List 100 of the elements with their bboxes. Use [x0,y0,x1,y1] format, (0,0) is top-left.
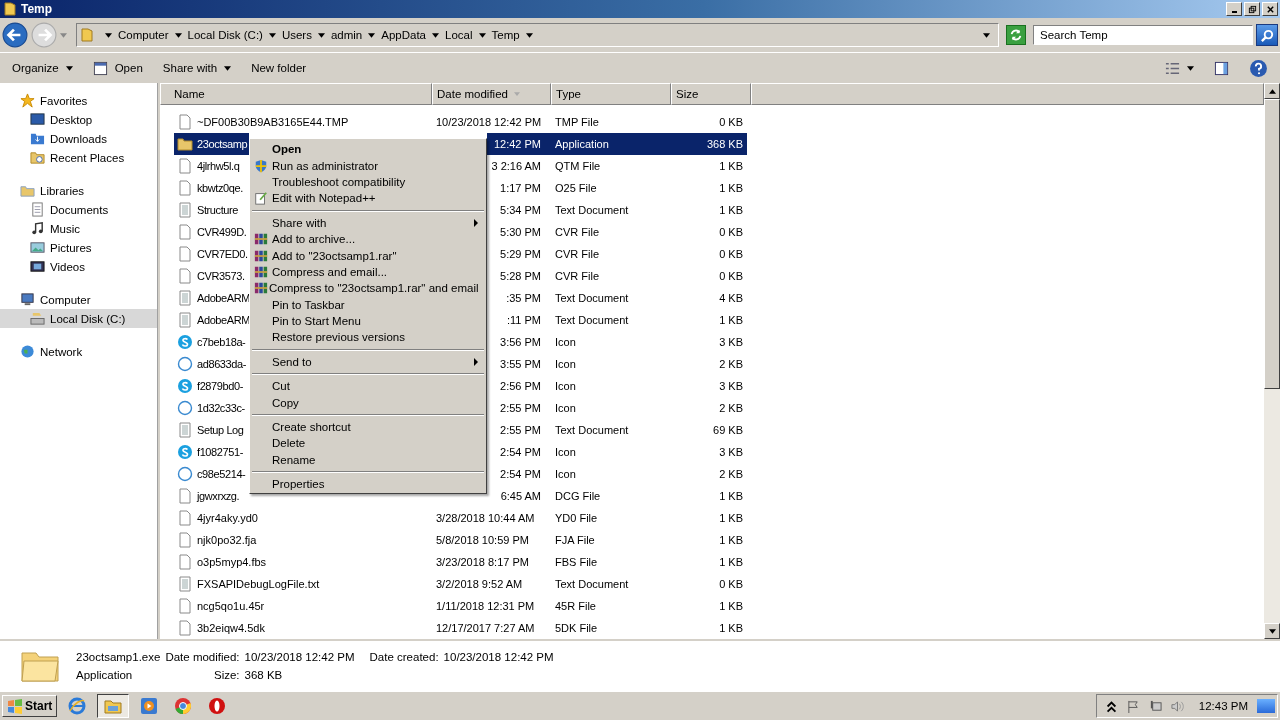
caret-icon[interactable] [525,32,533,38]
breadcrumb[interactable]: Local [445,29,473,41]
toolbar-button[interactable]: New folder [243,56,315,80]
caret-icon[interactable] [432,32,440,38]
refresh-button[interactable] [1006,25,1026,45]
name-cell[interactable]: CVR3573. [174,265,249,287]
speaker-icon[interactable] [1170,699,1184,713]
minimize-button[interactable] [1226,2,1242,16]
name-cell[interactable]: o3p5myp4.fbs [174,551,432,573]
search-field[interactable]: Search Temp [1033,25,1253,45]
name-cell[interactable]: CVR7ED0. [174,243,249,265]
file-name: ad8633da- [197,358,246,370]
nav-item[interactable]: Documents [0,200,157,219]
caret-icon[interactable] [478,32,486,38]
menu-item[interactable]: Create shortcut [250,418,486,436]
nav-item[interactable]: Downloads [0,129,157,148]
date-cell-text: 5:29 PM [499,247,542,262]
nav-item[interactable]: Music [0,219,157,238]
flag-icon[interactable] [1126,699,1140,713]
breadcrumb[interactable]: Computer [118,29,169,41]
caret-icon[interactable] [268,32,276,38]
scrollbar[interactable] [1264,83,1280,639]
name-cell[interactable]: njk0po32.fja [174,529,432,551]
breadcrumb[interactable]: Users [281,29,312,41]
name-cell[interactable]: Structure [174,199,249,221]
skype-icon [177,378,193,394]
type-cell-text: CVR File [554,269,600,284]
name-cell[interactable]: f1082751- [174,441,249,463]
toolbar-button[interactable]: Organize [4,56,81,80]
name-cell[interactable]: ncg5qo1u.45r [174,595,432,617]
menu-item[interactable]: Pin to Start Menu [250,312,486,330]
start-button[interactable]: Start [2,695,58,717]
nav-item[interactable]: Network [0,342,157,361]
menu-item[interactable]: Restore previous versions [250,329,486,346]
name-cell[interactable]: c98e5214- [174,463,249,485]
menu-item[interactable]: Share with [250,214,486,231]
name-cell[interactable]: 23octsamp [174,133,249,155]
scroll-up-icon[interactable] [1268,88,1276,94]
nav-item[interactable]: Pictures [0,238,157,257]
network-icon[interactable] [1148,699,1162,713]
name-cell[interactable]: 4jyr4aky.yd0 [174,507,432,529]
name-cell[interactable]: 1d32c33c- [174,397,249,419]
caret-icon[interactable] [368,32,376,38]
name-cell[interactable]: CVR499D. [174,221,249,243]
menu-item[interactable]: Add to "23octsamp1.rar" [250,247,486,264]
menu-item[interactable]: Send to [250,353,486,371]
column-header[interactable]: Name [160,83,432,105]
column-header[interactable]: Date modified [432,83,551,105]
caret-icon[interactable] [983,32,990,38]
menu-item[interactable]: Copy [250,394,486,411]
clock[interactable]: 12:43 PM [1198,700,1248,712]
column-header[interactable]: Type [551,83,671,105]
menu-item[interactable]: Add to archive... [250,230,486,248]
breadcrumb[interactable]: Temp [491,29,520,41]
menu-item[interactable]: Rename [250,451,486,469]
back-button[interactable] [2,22,28,48]
menu-item[interactable]: Cut [250,378,486,395]
breadcrumb[interactable]: AppData [381,29,427,41]
caret-icon[interactable] [105,32,112,38]
name-cell[interactable]: c7beb18a- [174,331,249,353]
name-cell[interactable]: Setup Log [174,419,249,441]
file-icon [177,114,193,130]
nav-item[interactable]: Favorites [0,91,157,110]
address-bar[interactable]: Computer Local Disk (C:) Users admin AppData Local Temp [76,23,999,47]
nav-item[interactable]: Computer [0,290,157,309]
name-cell[interactable]: jgwxrxzg. [174,485,249,507]
menu-item[interactable]: Run as administrator [250,157,486,174]
restore-button[interactable] [1244,2,1260,16]
column-header[interactable]: Size [671,83,751,105]
menu-item[interactable]: Properties [250,476,486,493]
menu-item[interactable]: Compress and email... [250,263,486,281]
nav-item[interactable]: Desktop [0,110,157,129]
menu-item[interactable]: Troubleshoot compatibility [250,173,486,191]
caret-icon[interactable] [174,32,182,38]
nav-item[interactable]: Recent Places [0,148,157,167]
name-cell[interactable]: 4jlrhw5l.q [174,155,249,177]
menu-item[interactable]: Edit with Notepad++ [250,190,486,207]
toolbar-button[interactable]: Open [84,56,151,80]
nav-item[interactable]: Videos [0,257,157,276]
breadcrumb[interactable]: Local Disk (C:) [187,29,263,41]
taskbar-app-button[interactable] [97,694,130,718]
name-cell[interactable]: FXSAPIDebugLogFile.txt [174,573,432,595]
name-cell[interactable]: ad8633da- [174,353,249,375]
menu-item[interactable]: Open [250,141,486,158]
name-cell[interactable]: kbwtz0qe. [174,177,249,199]
caret-icon[interactable] [317,32,325,38]
close-button[interactable] [1262,2,1278,16]
search-button[interactable] [1256,24,1278,46]
scroll-down-icon[interactable] [1268,628,1276,634]
breadcrumb[interactable]: admin [330,29,363,41]
show-hidden-icons-icon[interactable] [1104,699,1118,713]
menu-item[interactable]: Compress to "23octsamp1.rar" and email [250,280,486,297]
menu-item[interactable]: Delete [250,435,486,452]
nav-item[interactable]: Libraries [0,181,157,200]
toolbar-button[interactable]: Share with [154,56,240,80]
name-cell[interactable]: f2879bd0- [174,375,249,397]
menu-item[interactable]: Pin to Taskbar [250,296,486,313]
nav-item[interactable]: Local Disk (C:) [0,309,157,328]
name-cell[interactable]: 3b2eiqw4.5dk [174,617,432,639]
name-cell[interactable]: ~DF00B30B9AB3165E44.TMP [174,111,432,133]
